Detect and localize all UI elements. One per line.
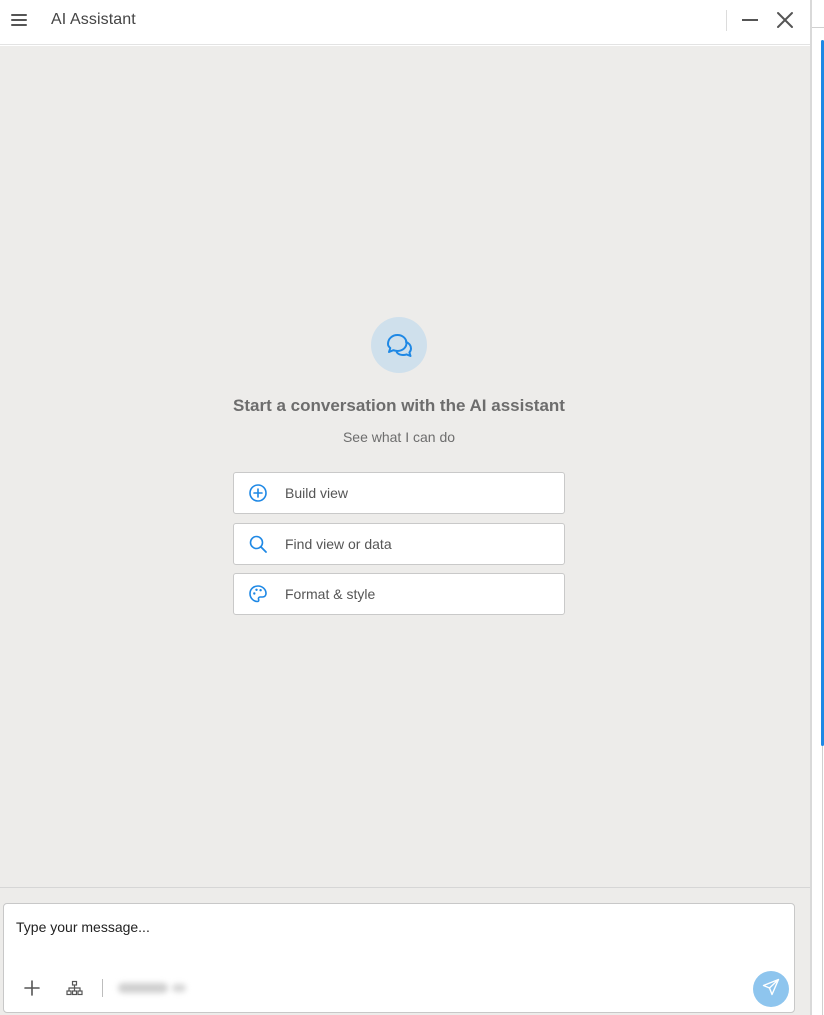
panel-title: AI Assistant	[51, 11, 136, 28]
format-and-style-label: Format & style	[285, 586, 376, 602]
message-input[interactable]	[16, 916, 776, 938]
model-selector[interactable]	[116, 978, 194, 998]
close-icon[interactable]	[776, 11, 794, 29]
build-view-button[interactable]: Build view	[233, 472, 565, 514]
search-icon	[248, 534, 268, 554]
plus-circle-icon	[248, 483, 268, 503]
background-divider	[812, 27, 824, 28]
palette-icon	[248, 584, 268, 604]
find-view-or-data-label: Find view or data	[285, 536, 392, 552]
chat-bubbles-icon	[371, 317, 427, 373]
redacted-text	[118, 983, 168, 993]
hierarchy-icon[interactable]	[66, 980, 83, 997]
conversation-area: Start a conversation with the AI assista…	[0, 46, 810, 887]
plus-icon[interactable]	[23, 979, 41, 997]
background-divider	[822, 746, 823, 1015]
ai-assistant-panel: AI Assistant Start a conversation with t…	[0, 0, 811, 1015]
build-view-label: Build view	[285, 485, 349, 501]
redacted-text	[172, 984, 186, 992]
hamburger-menu-icon[interactable]	[11, 13, 27, 27]
empty-state-subtitle: See what I can do	[342, 429, 456, 445]
send-button[interactable]	[753, 971, 789, 1007]
find-view-or-data-button[interactable]: Find view or data	[233, 523, 565, 565]
empty-state-title: Start a conversation with the AI assista…	[233, 396, 565, 415]
message-composer	[3, 903, 795, 1013]
panel-header: AI Assistant	[0, 0, 810, 45]
background-window-edge	[812, 0, 824, 1015]
minimize-icon[interactable]	[742, 12, 758, 28]
send-icon	[762, 978, 780, 1001]
format-and-style-button[interactable]: Format & style	[233, 573, 565, 615]
header-divider	[726, 10, 727, 31]
toolbar-divider	[102, 979, 103, 997]
